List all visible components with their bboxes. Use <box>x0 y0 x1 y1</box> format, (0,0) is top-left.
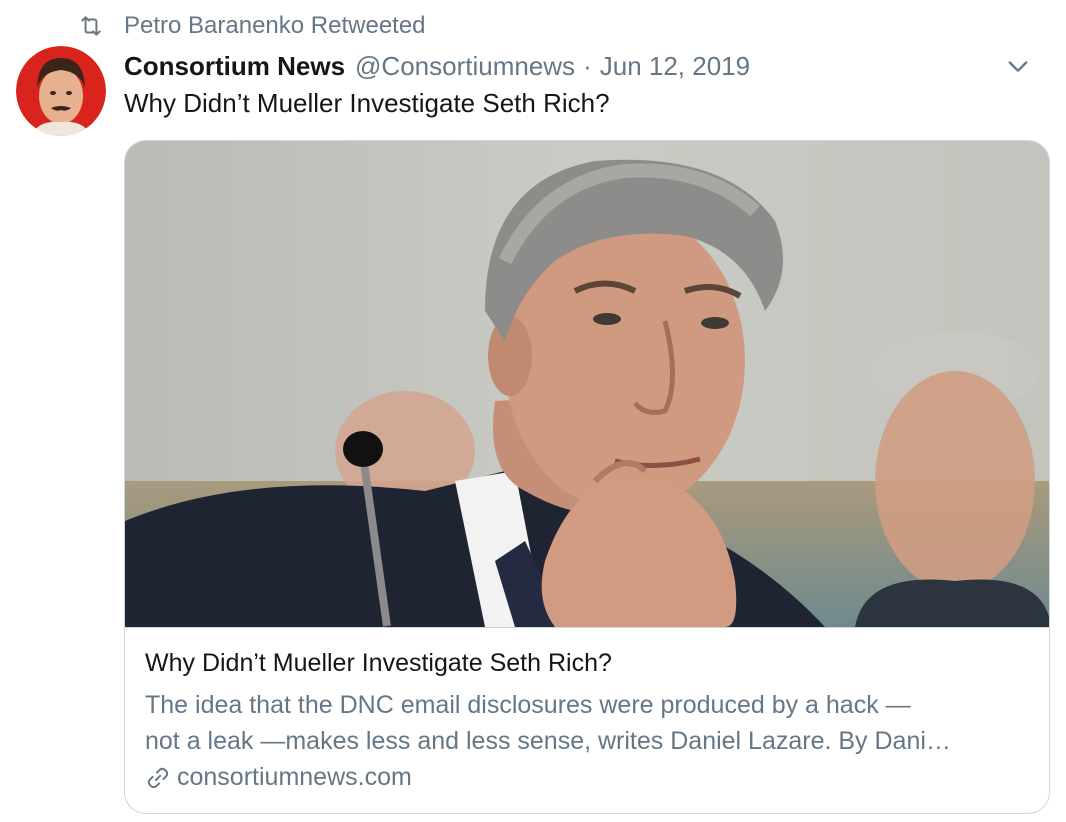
card-description: The idea that the DNC email disclosures … <box>145 687 1035 759</box>
card-domain[interactable]: consortiumnews.com <box>145 763 412 792</box>
link-card[interactable]: Why Didn’t Mueller Investigate Seth Rich… <box>124 140 1050 814</box>
separator-dot: · <box>583 50 592 81</box>
user-handle[interactable]: @Consortiumnews <box>355 51 575 82</box>
display-name[interactable]: Consortium News <box>124 51 345 82</box>
avatar[interactable] <box>16 46 106 136</box>
retweet-icon <box>81 16 101 36</box>
tweet-date[interactable]: Jun 12, 2019 <box>600 51 750 82</box>
tweet-header: Consortium News @Consortiumnews · Jun 12… <box>124 48 1046 84</box>
tweet-text: Why Didn’t Mueller Investigate Seth Rich… <box>124 88 610 118</box>
card-description-line: not a leak —makes less and less sense, w… <box>145 727 951 755</box>
card-title: Why Didn’t Mueller Investigate Seth Rich… <box>145 649 612 677</box>
link-icon <box>147 767 169 788</box>
card-image <box>125 141 1049 628</box>
avatar-image <box>16 46 106 136</box>
card-domain-label: consortiumnews.com <box>177 763 412 791</box>
card-description-line: The idea that the DNC email disclosures … <box>145 691 911 719</box>
chevron-down-icon[interactable] <box>1004 52 1032 80</box>
retweet-indicator[interactable]: Petro Baranenko Retweeted <box>78 10 426 42</box>
retweet-label: Petro Baranenko Retweeted <box>124 12 426 39</box>
